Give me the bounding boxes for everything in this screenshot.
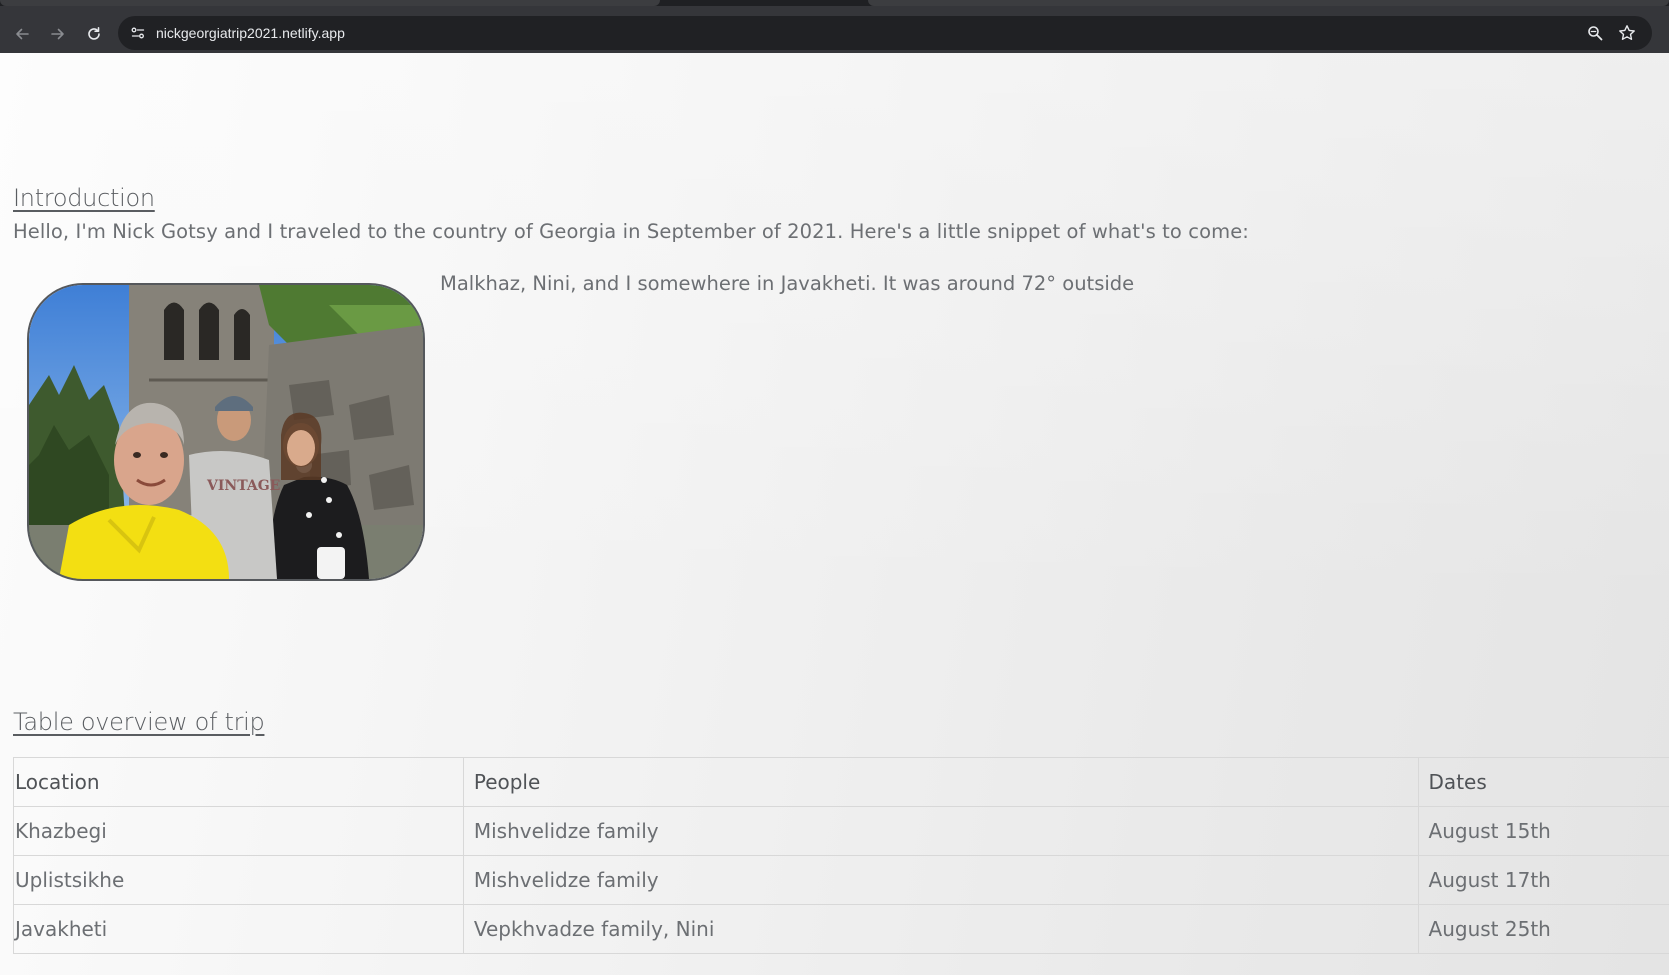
cell-location: Khazbegi — [13, 806, 464, 856]
url-text[interactable]: nickgeorgiatrip2021.netlify.app — [156, 16, 345, 50]
cell-people: Mishvelidze family — [462, 806, 1419, 856]
cell-dates: August 25th — [1417, 904, 1669, 954]
cell-location: Javakheti — [13, 904, 464, 954]
cell-dates: August 15th — [1417, 806, 1669, 856]
table-row: Javakheti Vepkhvadze family, Nini August… — [13, 904, 1669, 954]
trip-photo: VINTAGE — [27, 283, 425, 581]
back-arrow-icon[interactable] — [10, 22, 34, 46]
table-row: Khazbegi Mishvelidze family August 15th — [13, 806, 1669, 856]
address-bar[interactable]: nickgeorgiatrip2021.netlify.app — [118, 16, 1652, 50]
cell-dates: August 17th — [1417, 855, 1669, 905]
cell-location: Uplistsikhe — [13, 855, 464, 905]
introduction-heading-link[interactable]: Introduction — [13, 184, 155, 212]
reload-icon[interactable] — [82, 22, 106, 46]
browser-toolbar: nickgeorgiatrip2021.netlify.app — [0, 6, 1669, 53]
page-content: Introduction Hello, I'm Nick Gotsy and I… — [0, 53, 1669, 975]
column-header-people: People — [462, 757, 1419, 807]
zoom-icon[interactable] — [1585, 23, 1605, 43]
bookmark-star-icon[interactable] — [1617, 23, 1637, 43]
cell-people: Mishvelidze family — [462, 855, 1419, 905]
table-header-row: Location People Dates — [13, 757, 1669, 807]
trip-overview-table: Location People Dates Khazbegi Mishvelid… — [13, 757, 1669, 954]
column-header-location: Location — [13, 757, 464, 807]
column-header-dates: Dates — [1417, 757, 1669, 807]
table-overview-heading-link[interactable]: Table overview of trip — [13, 708, 265, 736]
intro-paragraph: Hello, I'm Nick Gotsy and I traveled to … — [13, 220, 1249, 243]
forward-arrow-icon[interactable] — [46, 22, 70, 46]
site-info-icon[interactable] — [128, 23, 148, 43]
table-row: Uplistsikhe Mishvelidze family August 17… — [13, 855, 1669, 905]
cell-people: Vepkhvadze family, Nini — [462, 904, 1419, 954]
svg-text:VINTAGE: VINTAGE — [206, 478, 280, 494]
photo-caption: Malkhaz, Nini, and I somewhere in Javakh… — [440, 272, 1135, 295]
